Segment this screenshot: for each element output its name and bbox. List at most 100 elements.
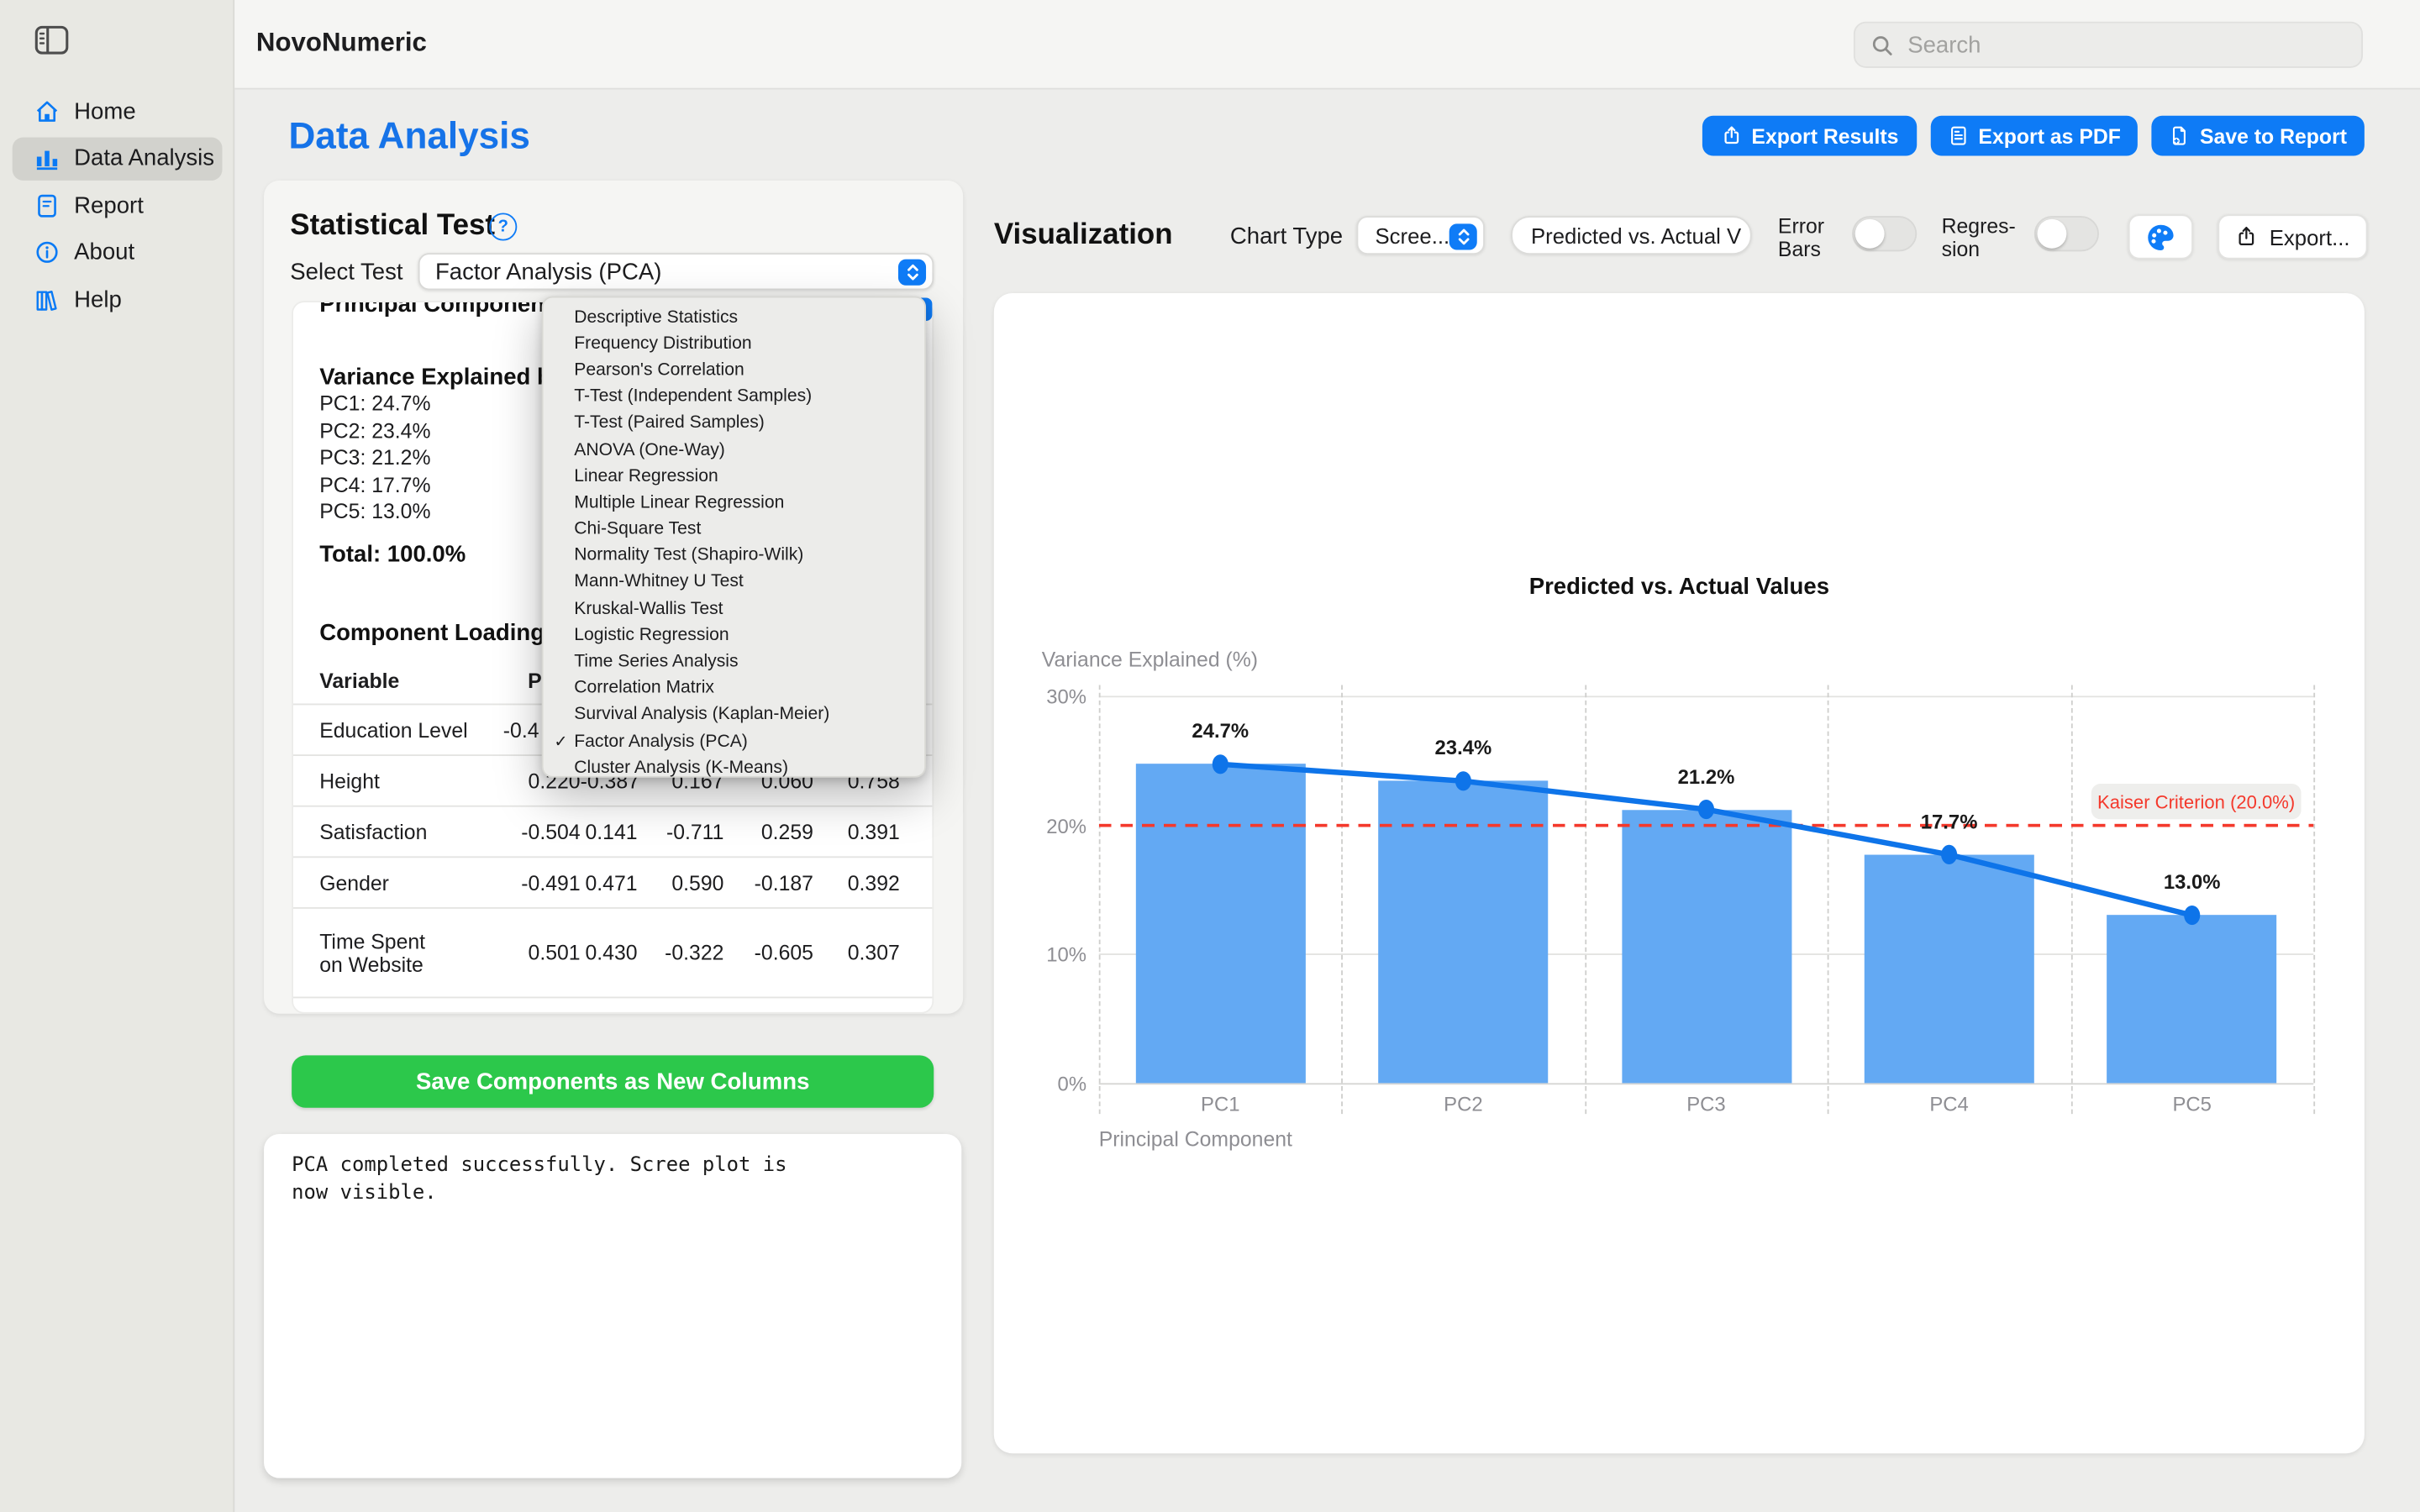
palette-icon (2144, 220, 2177, 254)
scree-line-series (1099, 679, 2314, 1110)
export-results-button[interactable]: Export Results (1702, 116, 1917, 156)
books-icon (34, 286, 61, 313)
menu-item[interactable]: Mann-Whitney U Test (544, 570, 925, 596)
sidebar-nav: Home Data Analysis Report About Help (13, 90, 223, 325)
comparison-select-value: Predicted vs. Actual V (1531, 223, 1741, 247)
menu-item[interactable]: T-Test (Paired Samples) (544, 410, 925, 437)
menu-item[interactable]: Linear Regression (544, 463, 925, 490)
export-pdf-label: Export as PDF (1978, 124, 2120, 148)
kaiser-criterion-label: Kaiser Criterion (20.0%) (2091, 784, 2302, 819)
save-to-report-label: Save to Report (2200, 124, 2347, 148)
sidebar-item-help[interactable]: Help (13, 278, 223, 321)
data-label: 23.4% (1402, 736, 1525, 759)
sidebar-item-report[interactable]: Report (13, 184, 223, 227)
loadings-row: Time Spent on Website0.5010.430-0.322-0.… (293, 909, 934, 999)
loadings-row: Satisfaction-0.5040.141-0.7110.2590.391 (293, 807, 934, 858)
data-label: 24.7% (1159, 720, 1282, 743)
bar-chart-icon (34, 144, 61, 172)
variance-lines: PC1: 24.7%PC2: 23.4%PC3: 21.2%PC4: 17.7%… (319, 391, 430, 526)
palette-button[interactable] (2128, 214, 2193, 259)
menu-item[interactable]: Pearson's Correlation (544, 357, 925, 384)
sidebar-item-home[interactable]: Home (13, 90, 223, 133)
checkmark-icon: ✓ (554, 732, 567, 751)
menu-item[interactable]: ✓Factor Analysis (PCA) (544, 728, 925, 755)
sidebar-item-label: About (74, 239, 134, 265)
results-clipped-title: Principal Componen (319, 301, 544, 318)
sidebar-item-data-analysis[interactable]: Data Analysis (13, 137, 223, 180)
export-chart-label: Export... (2270, 224, 2350, 249)
variance-total: Total: 100.0% (319, 542, 466, 568)
chart-y-axis-label: Variance Explained (%) (1042, 648, 1258, 671)
search-input[interactable] (1905, 30, 2346, 60)
info-icon (34, 239, 61, 266)
menu-item[interactable]: Normality Test (Shapiro-Wilk) (544, 543, 925, 570)
chart-type-value: Scree... (1376, 223, 1450, 247)
sidebar-item-label: Home (74, 98, 135, 124)
export-chart-button[interactable]: Export... (2217, 214, 2367, 259)
variance-heading: Variance Explained b (319, 364, 551, 390)
sidebar: Home Data Analysis Report About Help (0, 0, 234, 1512)
home-icon (34, 97, 61, 125)
app-window: Home Data Analysis Report About Help NovoNum… (0, 0, 2420, 1512)
sidebar-item-about[interactable]: About (13, 231, 223, 274)
menu-item[interactable]: Time Series Analysis (544, 648, 925, 675)
y-tick-label: 0% (1025, 1073, 1086, 1096)
menu-item[interactable]: Cluster Analysis (K-Means) (544, 755, 925, 782)
chart-type-label: Chart Type (1230, 223, 1343, 249)
console-text: PCA completed successfully. Scree plot i… (292, 1152, 939, 1206)
loadings-heading: Component Loadings (319, 620, 557, 646)
chart-title: Predicted vs. Actual Values (994, 574, 2365, 600)
chevron-up-down-icon (898, 259, 926, 285)
select-test-dropdown[interactable]: Factor Analysis (PCA) (418, 253, 934, 290)
search-icon (1870, 33, 1894, 56)
chart-x-axis-label: Principal Component (1099, 1128, 1292, 1152)
data-label: 17.7% (1887, 810, 2011, 833)
app-title: NovoNumeric (256, 28, 427, 59)
gridline-v (2313, 685, 2315, 1115)
regression-toggle[interactable] (2034, 216, 2099, 251)
y-tick-label: 20% (1025, 814, 1086, 837)
page-title: Data Analysis (288, 116, 529, 159)
share-icon (2235, 225, 2259, 249)
error-bars-toggle[interactable] (1852, 216, 1917, 251)
select-test-value: Factor Analysis (PCA) (435, 259, 661, 285)
export-pdf-button[interactable]: Export as PDF (1931, 116, 2138, 156)
menu-item[interactable]: Logistic Regression (544, 622, 925, 649)
y-tick-label: 10% (1025, 943, 1086, 967)
statistical-test-heading: Statistical Test (290, 210, 495, 244)
comparison-select[interactable]: Predicted vs. Actual V (1511, 216, 1752, 255)
select-test-open-menu: Descriptive StatisticsFrequency Distribu… (542, 297, 926, 778)
menu-item[interactable]: Correlation Matrix (544, 675, 925, 702)
pdf-document-icon (1948, 125, 1970, 147)
menu-item[interactable]: Frequency Distribution (544, 330, 925, 357)
menu-item[interactable]: ANOVA (One-Way) (544, 437, 925, 464)
data-label: 21.2% (1644, 764, 1768, 788)
data-label: 13.0% (2130, 870, 2254, 894)
export-results-label: Export Results (1751, 124, 1898, 148)
search-box[interactable] (1854, 22, 2363, 68)
sidebar-toggle-icon[interactable] (34, 24, 71, 58)
visualization-heading: Visualization (994, 219, 1173, 253)
menu-item[interactable]: Survival Analysis (Kaplan-Meier) (544, 701, 925, 728)
save-components-button[interactable]: Save Components as New Columns (292, 1055, 934, 1107)
menu-item[interactable]: Chi-Square Test (544, 516, 925, 543)
y-tick-label: 30% (1025, 685, 1086, 708)
menu-item[interactable]: Descriptive Statistics (544, 304, 925, 331)
sidebar-item-label: Data Analysis (74, 145, 214, 171)
menu-item[interactable]: Kruskal-Wallis Test (544, 596, 925, 622)
chart-type-select[interactable]: Scree... (1356, 216, 1484, 255)
loadings-row: Gender-0.4910.4710.590-0.1870.392 (293, 858, 934, 909)
report-icon (34, 192, 61, 219)
menu-item[interactable]: Multiple Linear Regression (544, 490, 925, 517)
menu-item[interactable]: T-Test (Independent Samples) (544, 384, 925, 411)
doc-plus-icon (2169, 125, 2191, 147)
share-icon (1721, 125, 1743, 147)
error-bars-label: ErrorBars (1778, 214, 1824, 260)
save-to-report-button[interactable]: Save to Report (2151, 116, 2364, 156)
sidebar-item-label: Help (74, 286, 122, 312)
help-icon[interactable]: ? (489, 213, 517, 240)
select-test-label: Select Test (290, 260, 402, 286)
sidebar-item-label: Report (74, 192, 144, 218)
regression-label: Regres-sion (1942, 214, 2016, 260)
chevron-up-down-icon (1449, 223, 1477, 249)
